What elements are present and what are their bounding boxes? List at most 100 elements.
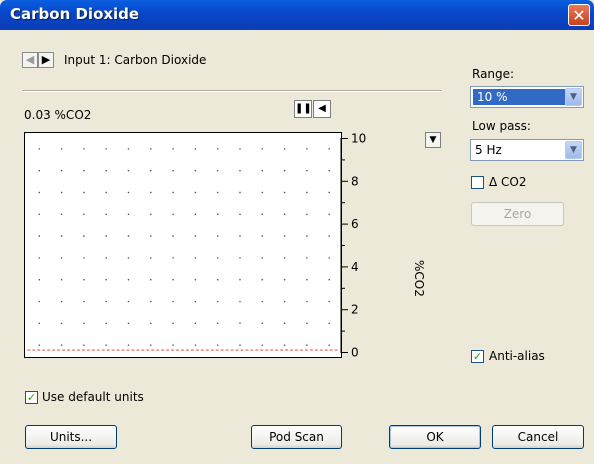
grid-dot — [261, 300, 264, 303]
scroll-left-icon: ◀ — [318, 103, 326, 114]
grid-dot — [194, 148, 197, 150]
grid-dot — [83, 213, 85, 216]
grid-dot — [283, 344, 286, 346]
grid-dot — [328, 278, 330, 281]
grid-dot — [216, 148, 219, 150]
grid-dot — [306, 344, 308, 346]
ok-button[interactable]: OK — [389, 425, 481, 449]
cancel-button-label: Cancel — [517, 430, 559, 444]
pod-scan-button[interactable]: Pod Scan — [251, 425, 342, 449]
lowpass-label: Low pass: — [472, 119, 531, 133]
grid-dot — [216, 169, 219, 172]
grid-dot — [194, 278, 197, 281]
grid-dot — [149, 213, 152, 216]
grid-dot — [239, 235, 241, 237]
grid-dot — [105, 344, 107, 346]
y-axis: 10 8 6 4 2 0 — [340, 132, 366, 360]
grid-dot — [283, 235, 286, 237]
grid-dot — [105, 148, 107, 150]
grid-dot — [261, 191, 264, 194]
zero-button-label: Zero — [503, 207, 532, 221]
grid-dot — [328, 300, 330, 303]
forward-button[interactable]: ▶ — [38, 52, 54, 68]
delta-co2-checkbox[interactable] — [471, 176, 484, 189]
grid-dot — [194, 300, 197, 303]
grid-dot — [328, 344, 330, 346]
grid-dot — [38, 148, 41, 150]
grid-dot — [38, 191, 41, 194]
grid-dot — [261, 169, 264, 172]
grid-dot — [60, 191, 63, 194]
grid-dot — [60, 148, 63, 150]
pause-button[interactable]: ❚❚ — [294, 100, 312, 118]
grid-dot — [83, 278, 85, 281]
arrow-left-icon: ◀ — [25, 53, 35, 66]
grid-dot — [127, 213, 130, 216]
grid-dot — [328, 257, 330, 259]
grid-dot — [261, 213, 264, 216]
antialias-checkbox[interactable]: ✓ — [471, 350, 484, 363]
grid-dot — [38, 344, 41, 346]
close-button[interactable]: ✕ — [568, 4, 590, 26]
header-divider — [22, 90, 442, 92]
grid-dot — [60, 344, 63, 346]
zero-button[interactable]: Zero — [471, 202, 564, 226]
scroll-button[interactable]: ◀ — [313, 100, 331, 118]
grid-dot — [283, 148, 286, 150]
grid-dot — [239, 213, 241, 216]
current-reading: 0.03 %CO2 — [24, 108, 92, 122]
units-button[interactable]: Units... — [25, 425, 117, 449]
y-tick-label: 6 — [351, 217, 359, 231]
back-button[interactable]: ◀ — [22, 52, 38, 68]
grid-dot — [149, 344, 152, 346]
range-select[interactable]: 10 % ▼ — [470, 86, 584, 108]
grid-dot — [105, 300, 107, 303]
lowpass-select[interactable]: 5 Hz ▼ — [470, 139, 584, 161]
grid-dot — [83, 235, 85, 237]
grid-dot — [306, 278, 308, 281]
chevron-down-icon: ▼ — [429, 135, 437, 145]
y-tick-label: 0 — [351, 346, 359, 360]
grid-dot — [172, 300, 174, 303]
grid-dot — [239, 344, 241, 346]
grid-dot — [216, 322, 219, 325]
grid-dot — [283, 278, 286, 281]
signal-plot[interactable] — [24, 132, 342, 358]
grid-dot — [261, 148, 264, 150]
pod-scan-button-label: Pod Scan — [269, 430, 324, 444]
grid-dot — [127, 235, 130, 237]
grid-dot — [83, 191, 85, 194]
grid-dot — [306, 322, 308, 325]
check-icon: ✓ — [472, 350, 483, 363]
grid-dot — [172, 235, 174, 237]
grid-dot — [239, 257, 241, 259]
grid-dot — [172, 257, 174, 259]
grid-dot — [149, 148, 152, 150]
grid-dot — [105, 257, 107, 259]
check-icon: ✓ — [26, 391, 37, 404]
default-units-checkbox[interactable]: ✓ — [25, 391, 38, 404]
grid-dot — [38, 213, 41, 216]
grid-dot — [283, 322, 286, 325]
grid-dot — [216, 344, 219, 346]
grid-dot — [83, 148, 85, 150]
y-tick-label: 8 — [351, 174, 359, 188]
grid-dot — [328, 148, 330, 150]
grid-dot — [105, 278, 107, 281]
axis-menu-button[interactable]: ▼ — [425, 132, 441, 148]
grid-dot — [38, 322, 41, 325]
default-units-label: Use default units — [42, 390, 144, 404]
grid-dot — [261, 235, 264, 237]
grid-dot — [239, 278, 241, 281]
grid-dot — [105, 191, 107, 194]
chevron-down-icon: ▼ — [565, 88, 582, 106]
cancel-button[interactable]: Cancel — [492, 425, 584, 449]
grid-dot — [172, 148, 174, 150]
grid-dot — [60, 322, 63, 325]
grid-dot — [328, 169, 330, 172]
grid-dot — [38, 278, 41, 281]
y-axis-title: %CO2 — [412, 260, 426, 297]
grid-dot — [239, 169, 241, 172]
grid-dot — [83, 257, 85, 259]
grid-dot — [172, 169, 174, 172]
